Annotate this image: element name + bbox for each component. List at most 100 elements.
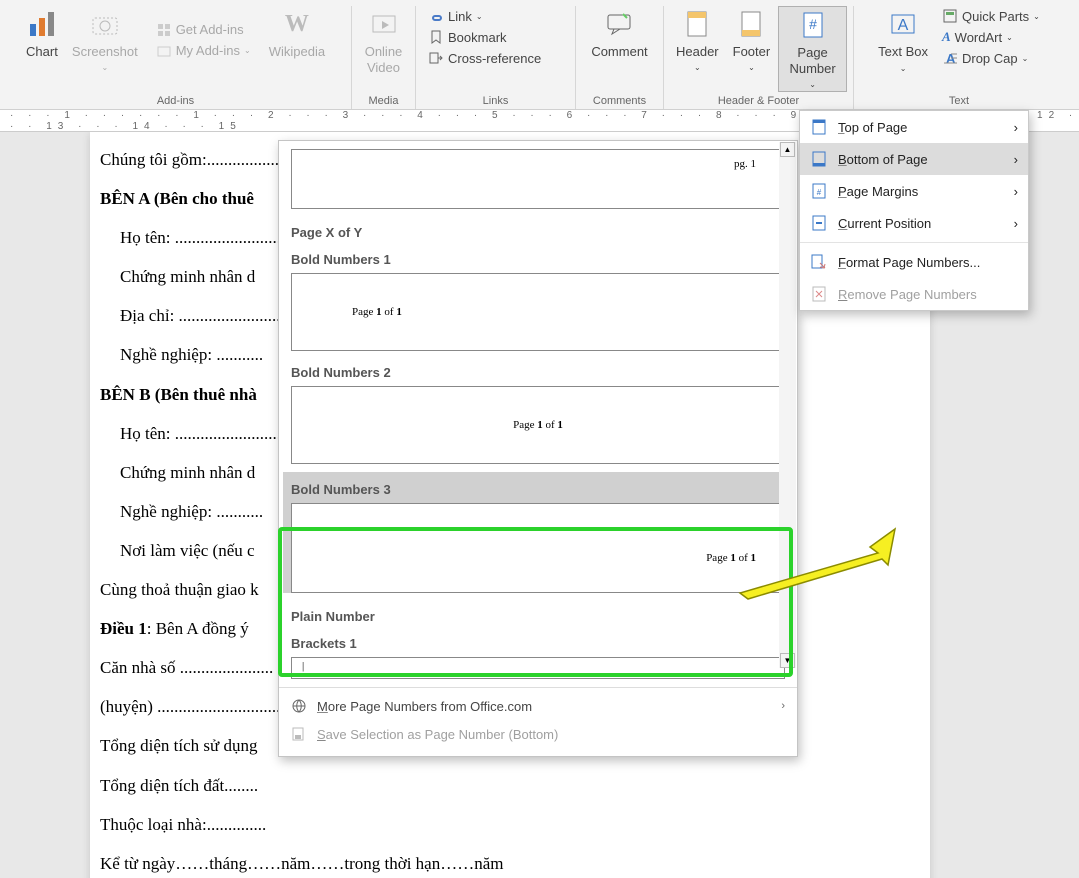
- chart-label: Chart: [26, 44, 58, 59]
- wikipedia-icon: W: [281, 8, 313, 40]
- page-number-label: Page Number: [785, 45, 840, 76]
- group-label-text: Text: [949, 93, 969, 107]
- group-label-media: Media: [369, 93, 399, 107]
- store-icon: [156, 22, 172, 38]
- header-label: Header: [676, 44, 719, 59]
- my-addins-button[interactable]: My Add-ins ⌄: [150, 41, 257, 61]
- chart-button[interactable]: Chart: [20, 6, 64, 74]
- menu-separator: [800, 242, 1028, 243]
- gallery-scrollbar[interactable]: ▲ ▼: [779, 142, 796, 668]
- group-label-addins: Add-ins: [157, 93, 194, 107]
- save-icon: [291, 726, 307, 742]
- svg-text:#: #: [817, 188, 822, 197]
- gallery-footer: More Page Numbers from Office.com › Save…: [279, 687, 797, 752]
- link-button[interactable]: Link ⌄: [422, 6, 547, 26]
- ribbon-group-links: Link ⌄ Bookmark Cross-reference Links: [416, 6, 576, 109]
- gallery-section-title-2: Plain Number: [279, 601, 797, 630]
- group-label-links: Links: [483, 93, 509, 107]
- chart-icon: [26, 8, 58, 40]
- gallery-section-title: Page X of Y: [279, 217, 797, 246]
- bookmark-button[interactable]: Bookmark: [422, 27, 547, 47]
- globe-icon: [291, 698, 307, 714]
- gallery-brackets-title: Brackets 1: [279, 630, 797, 657]
- gallery-opt-2-text: Page 1 of 1: [706, 552, 756, 564]
- wordart-button[interactable]: A WordArt⌄: [936, 27, 1046, 47]
- scroll-down-icon[interactable]: ▼: [780, 653, 795, 668]
- online-video-label: Online Video: [364, 44, 403, 75]
- quick-parts-icon: [942, 8, 958, 24]
- gallery-preview-pg[interactable]: pg. 1: [291, 149, 785, 209]
- link-icon: [428, 8, 444, 24]
- ribbon-group-addins: Chart Screenshot ⌄ Get Add-ins My Add-in…: [0, 6, 352, 109]
- menu-format-page-numbers[interactable]: Format Page Numbers...: [800, 246, 1028, 278]
- drop-cap-icon: A: [942, 50, 958, 66]
- page-number-icon: #: [797, 9, 829, 41]
- get-addins-button[interactable]: Get Add-ins: [150, 20, 257, 40]
- drop-cap-button[interactable]: A Drop Cap⌄: [936, 48, 1046, 68]
- wikipedia-button[interactable]: W Wikipedia: [263, 6, 331, 74]
- wordart-icon: A: [942, 29, 951, 45]
- crossref-label: Cross-reference: [448, 51, 541, 66]
- text-box-button[interactable]: A Text Box⌄: [872, 6, 934, 75]
- page-top-icon: [810, 119, 828, 135]
- drop-cap-label: Drop Cap: [962, 51, 1018, 66]
- page-bottom-icon: [810, 151, 828, 167]
- svg-text:#: #: [809, 16, 817, 32]
- gallery-opt-2[interactable]: Page 1 of 1: [291, 503, 785, 593]
- quick-parts-label: Quick Parts: [962, 9, 1029, 24]
- crossref-button[interactable]: Cross-reference: [422, 48, 547, 68]
- screenshot-button[interactable]: Screenshot ⌄: [66, 6, 144, 74]
- footer-button[interactable]: Footer⌄: [727, 6, 777, 92]
- svg-text:A: A: [898, 17, 909, 34]
- crossref-icon: [428, 50, 444, 66]
- screenshot-label: Screenshot: [72, 44, 138, 59]
- gallery-brackets-text: |: [302, 660, 304, 672]
- wikipedia-label: Wikipedia: [269, 44, 325, 59]
- page-number-gallery: pg. 1 Page X of Y Bold Numbers 1 Page 1 …: [278, 140, 798, 757]
- comment-icon: [603, 8, 635, 40]
- menu-remove-page-numbers[interactable]: Remove Page Numbers: [800, 278, 1028, 310]
- bookmark-icon: [428, 29, 444, 45]
- menu-current-position[interactable]: Current Position ›: [800, 207, 1028, 239]
- gallery-opt-1[interactable]: Page 1 of 1: [291, 386, 785, 464]
- wordart-label: WordArt: [955, 30, 1002, 45]
- scroll-up-icon[interactable]: ▲: [780, 142, 795, 157]
- video-icon: [368, 8, 400, 40]
- group-label-comments: Comments: [593, 93, 646, 107]
- format-icon: [810, 254, 828, 270]
- comment-label: Comment: [591, 44, 647, 59]
- text-box-icon: A: [887, 8, 919, 40]
- addins-icon: [156, 43, 172, 59]
- ribbon-group-media: Online Video Media: [352, 6, 416, 109]
- text-box-label: Text Box: [878, 44, 928, 60]
- my-addins-label: My Add-ins: [176, 43, 240, 58]
- menu-bottom-of-page[interactable]: Bottom of Page ›: [800, 143, 1028, 175]
- header-button[interactable]: Header⌄: [670, 6, 725, 92]
- online-video-button[interactable]: Online Video: [358, 6, 409, 77]
- remove-icon: [810, 286, 828, 302]
- group-label-headerfooter: Header & Footer: [718, 93, 799, 107]
- gallery-opt-1-text: Page 1 of 1: [513, 419, 563, 431]
- gallery-opt-title-1: Bold Numbers 2: [279, 359, 797, 386]
- gallery-more-from-office[interactable]: More Page Numbers from Office.com ›: [279, 692, 797, 720]
- link-label: Link: [448, 9, 472, 24]
- gallery-brackets-preview[interactable]: |: [291, 657, 785, 679]
- ribbon: Chart Screenshot ⌄ Get Add-ins My Add-in…: [0, 0, 1079, 110]
- page-number-button[interactable]: # Page Number⌄: [778, 6, 847, 92]
- bookmark-label: Bookmark: [448, 30, 507, 45]
- menu-page-margins[interactable]: # Page Margins ›: [800, 175, 1028, 207]
- gallery-opt-0[interactable]: Page 1 of 1: [291, 273, 785, 351]
- comment-button[interactable]: Comment: [585, 6, 653, 61]
- footer-icon: [735, 8, 767, 40]
- get-addins-label: Get Add-ins: [176, 22, 244, 37]
- gallery-preview-pg-text: pg. 1: [734, 158, 756, 170]
- menu-top-of-page[interactable]: TTop of Pageop of Page ›: [800, 111, 1028, 143]
- ribbon-group-text: A Text Box⌄ Quick Parts⌄ A WordArt⌄ A Dr…: [854, 6, 1064, 109]
- chevron-right-icon: ›: [1014, 184, 1018, 199]
- gallery-opt-0-text: Page 1 of 1: [352, 306, 402, 318]
- quick-parts-button[interactable]: Quick Parts⌄: [936, 6, 1046, 26]
- current-pos-icon: [810, 215, 828, 231]
- gallery-save-selection: Save Selection as Page Number (Bottom): [279, 720, 797, 748]
- page-margins-icon: #: [810, 183, 828, 199]
- footer-label: Footer: [733, 44, 771, 59]
